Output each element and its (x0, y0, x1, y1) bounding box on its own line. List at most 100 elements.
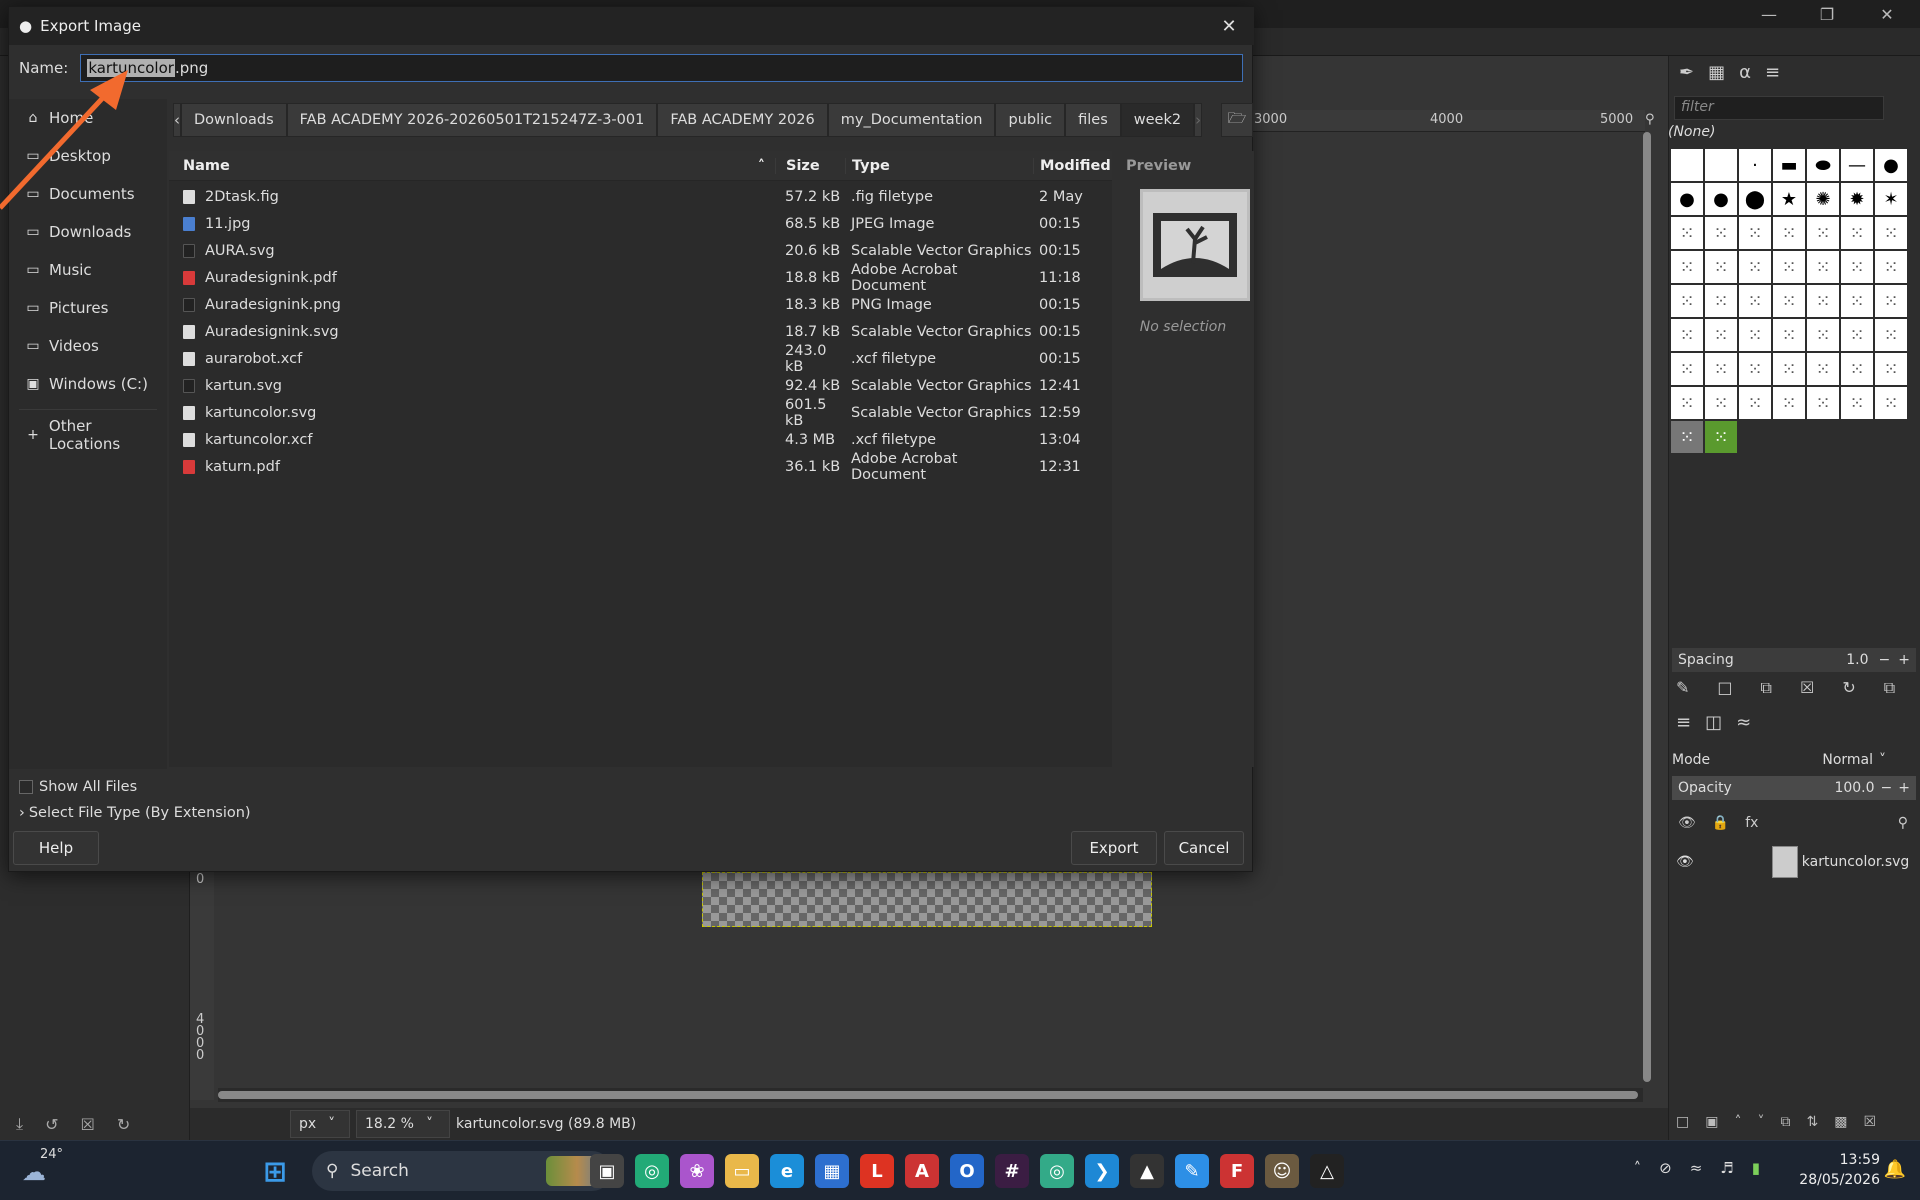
minus-icon[interactable]: − (1879, 652, 1891, 668)
brush-thumbnail[interactable]: ⁙ (1704, 216, 1738, 250)
opacity-slider[interactable]: Opacity 100.0 − + (1672, 776, 1916, 800)
brush-thumbnail[interactable]: ✶ (1874, 182, 1908, 216)
brush-grid[interactable]: · ▬ ⬬ — ● ● ● ⬤ ★ ✺ ✹ ✶ ⁙ ⁙ ⁙ ⁙ ⁙ ⁙ ⁙ ⁙ ⁙ ⁙ ⁙ ⁙ ⁙ ⁙ ⁙ ⁙ ⁙ ⁙ ⁙ ⁙ ⁙ ⁙ ⁙ ⁙ ⁙ ⁙ ⁙ ⁙… (1670, 148, 1910, 454)
chevron-up-icon[interactable]: ˄ (1634, 1159, 1642, 1177)
brush-thumbnail[interactable]: ⁙ (1670, 216, 1704, 250)
brush-thumbnail[interactable]: ⁙ (1806, 216, 1840, 250)
brush-thumbnail[interactable]: — (1840, 148, 1874, 182)
brush-thumbnail[interactable]: ⁙ (1806, 250, 1840, 284)
brush-thumbnail[interactable]: ✹ (1840, 182, 1874, 216)
brush-filter-input[interactable]: filter (1674, 96, 1884, 120)
file-row[interactable]: 2Dtask.fig 57.2 kB .fig filetype 2 May (169, 183, 1112, 210)
brush-thumbnail[interactable]: ⁙ (1738, 318, 1772, 352)
brush-thumbnail[interactable]: ⁙ (1772, 284, 1806, 318)
brush-thumbnail[interactable]: ● (1704, 182, 1738, 216)
export-button[interactable]: Export (1071, 831, 1157, 865)
brush-thumbnail[interactable]: ▬ (1772, 148, 1806, 182)
file-row[interactable]: AURA.svg 20.6 kB Scalable Vector Graphics 0… (169, 237, 1112, 264)
file-list[interactable]: Name ˄ Size Type Modified 2Dtask.fig 57.2 … (169, 151, 1112, 767)
brush-thumbnail[interactable]: ⁙ (1840, 318, 1874, 352)
search-icon[interactable]: ⚲ (1898, 815, 1908, 831)
zoom-icon[interactable]: ⚲ (1645, 112, 1667, 127)
show-all-files-toggle[interactable]: Show All Files (19, 775, 137, 799)
file-row[interactable]: kartuncolor.svg 601.5 kB Scalable Vector G… (169, 397, 1112, 429)
paths-icon[interactable]: ≈ (1736, 712, 1751, 733)
brush-thumbnail[interactable]: ⁙ (1806, 352, 1840, 386)
taskbar-search[interactable]: ⚲ Search (312, 1151, 612, 1191)
file-row[interactable]: Auradesignink.pdf 18.8 kB Adobe Acrobat Do… (169, 262, 1112, 294)
volume-icon[interactable]: ♬ (1720, 1159, 1733, 1177)
sidebar-item-music[interactable]: ▭ Music (9, 251, 167, 289)
cancel-button[interactable]: Cancel (1164, 831, 1244, 865)
plus-icon[interactable]: + (1898, 652, 1910, 668)
chrome-profile-icon[interactable]: ◎ (1040, 1154, 1074, 1188)
edge-icon[interactable]: e (770, 1154, 804, 1188)
open-as-image-icon[interactable]: ⧉ (1884, 678, 1895, 698)
column-modified[interactable]: Modified (1033, 157, 1112, 174)
acrobat-icon[interactable]: A (905, 1154, 939, 1188)
brush-thumbnail[interactable]: ⁙ (1738, 250, 1772, 284)
new-brush-icon[interactable]: □ (1717, 678, 1732, 698)
delete-icon[interactable]: ☒ (80, 1115, 94, 1134)
restore-icon[interactable]: ❐ (1798, 0, 1856, 28)
sidebar-item-videos[interactable]: ▭ Videos (9, 327, 167, 365)
refresh-icon[interactable]: ↻ (1842, 678, 1855, 698)
path-left-button[interactable]: ‹ (173, 103, 181, 137)
plus-icon[interactable]: + (1898, 780, 1910, 796)
brush-thumbnail[interactable]: ⁙ (1806, 284, 1840, 318)
brush-thumbnail[interactable]: ⬤ (1738, 182, 1772, 216)
brush-thumbnail[interactable]: ★ (1772, 182, 1806, 216)
brush-thumbnail[interactable]: ⁙ (1874, 216, 1908, 250)
image-canvas[interactable] (702, 872, 1152, 927)
unit-select[interactable]: px ˅ (290, 1110, 350, 1138)
visibility-icon[interactable]: 👁 (1678, 815, 1696, 831)
raise-layer-icon[interactable]: ˄ (1734, 1114, 1741, 1130)
breadcrumb-item[interactable]: week2 (1120, 103, 1195, 137)
effects-icon[interactable]: fx (1745, 815, 1758, 831)
brush-thumbnail[interactable]: ⁙ (1874, 318, 1908, 352)
breadcrumb-item[interactable]: my_Documentation (827, 103, 996, 137)
wifi-icon[interactable]: ≈ (1690, 1159, 1703, 1177)
brush-thumbnail[interactable]: ⁙ (1874, 284, 1908, 318)
file-row[interactable]: kartuncolor.xcf 4.3 MB .xcf filetype 13:04 (169, 426, 1112, 453)
brush-thumbnail[interactable]: ⁙ (1704, 352, 1738, 386)
brush-thumbnail[interactable]: ⁙ (1840, 352, 1874, 386)
brush-thumbnail[interactable]: ⁙ (1704, 318, 1738, 352)
brush-thumbnail[interactable]: ⁙ (1704, 250, 1738, 284)
duplicate-layer-icon[interactable]: ⧉ (1780, 1114, 1790, 1130)
help-button[interactable]: Help (13, 831, 99, 865)
brush-thumbnail[interactable]: ⁙ (1874, 250, 1908, 284)
zoom-select[interactable]: 18.2 % ˅ (356, 1110, 450, 1138)
brush-thumbnail[interactable] (1704, 148, 1738, 182)
brush-thumbnail[interactable]: ⁙ (1670, 250, 1704, 284)
brush-thumbnail[interactable]: ⁙ (1704, 284, 1738, 318)
affinity-icon[interactable]: △ (1310, 1154, 1344, 1188)
brush-thumbnail[interactable]: ⁙ (1840, 284, 1874, 318)
brush-thumbnail[interactable]: · (1738, 148, 1772, 182)
breadcrumb-item[interactable]: files (1065, 103, 1121, 137)
brush-thumbnail[interactable]: ⁙ (1840, 216, 1874, 250)
sidebar-item-pictures[interactable]: ▭ Pictures (9, 289, 167, 327)
file-row[interactable]: kartun.svg 92.4 kB Scalable Vector Graphic… (169, 372, 1112, 399)
layer-row[interactable]: 👁 kartuncolor.svg (1670, 842, 1916, 882)
minimize-icon[interactable]: — (1740, 0, 1798, 28)
clock[interactable]: 13:59 28/05/2026 (1799, 1150, 1880, 1190)
brush-thumbnail[interactable]: ⬬ (1806, 148, 1840, 182)
file-row[interactable]: Auradesignink.png 18.3 kB PNG Image 00:15 (169, 291, 1112, 318)
slack-icon[interactable]: # (995, 1154, 1029, 1188)
vscode-icon[interactable]: ❯ (1085, 1154, 1119, 1188)
save-tool-preset-icon[interactable]: ⤓ (16, 1114, 23, 1134)
path-right-button[interactable]: › (1194, 103, 1203, 137)
brush-thumbnail[interactable]: ⁙ (1806, 318, 1840, 352)
sidebar-item-other-locations[interactable]: + Other Locations (9, 416, 167, 454)
visibility-icon[interactable]: 👁 (1676, 854, 1694, 870)
channels-icon[interactable]: ◫ (1705, 712, 1722, 733)
edit-brush-icon[interactable]: ✎ (1676, 678, 1689, 698)
brush-thumbnail[interactable]: ⁙ (1738, 216, 1772, 250)
brush-thumbnail[interactable]: ● (1670, 182, 1704, 216)
select-file-type-expander[interactable]: › Select File Type (By Extension) (19, 801, 251, 825)
brush-thumbnail[interactable]: ⁙ (1738, 352, 1772, 386)
gimp-icon[interactable]: ☺ (1265, 1154, 1299, 1188)
weather-widget[interactable]: 24° ☁ (22, 1147, 63, 1186)
brush-thumbnail[interactable]: ⁙ (1874, 386, 1908, 420)
